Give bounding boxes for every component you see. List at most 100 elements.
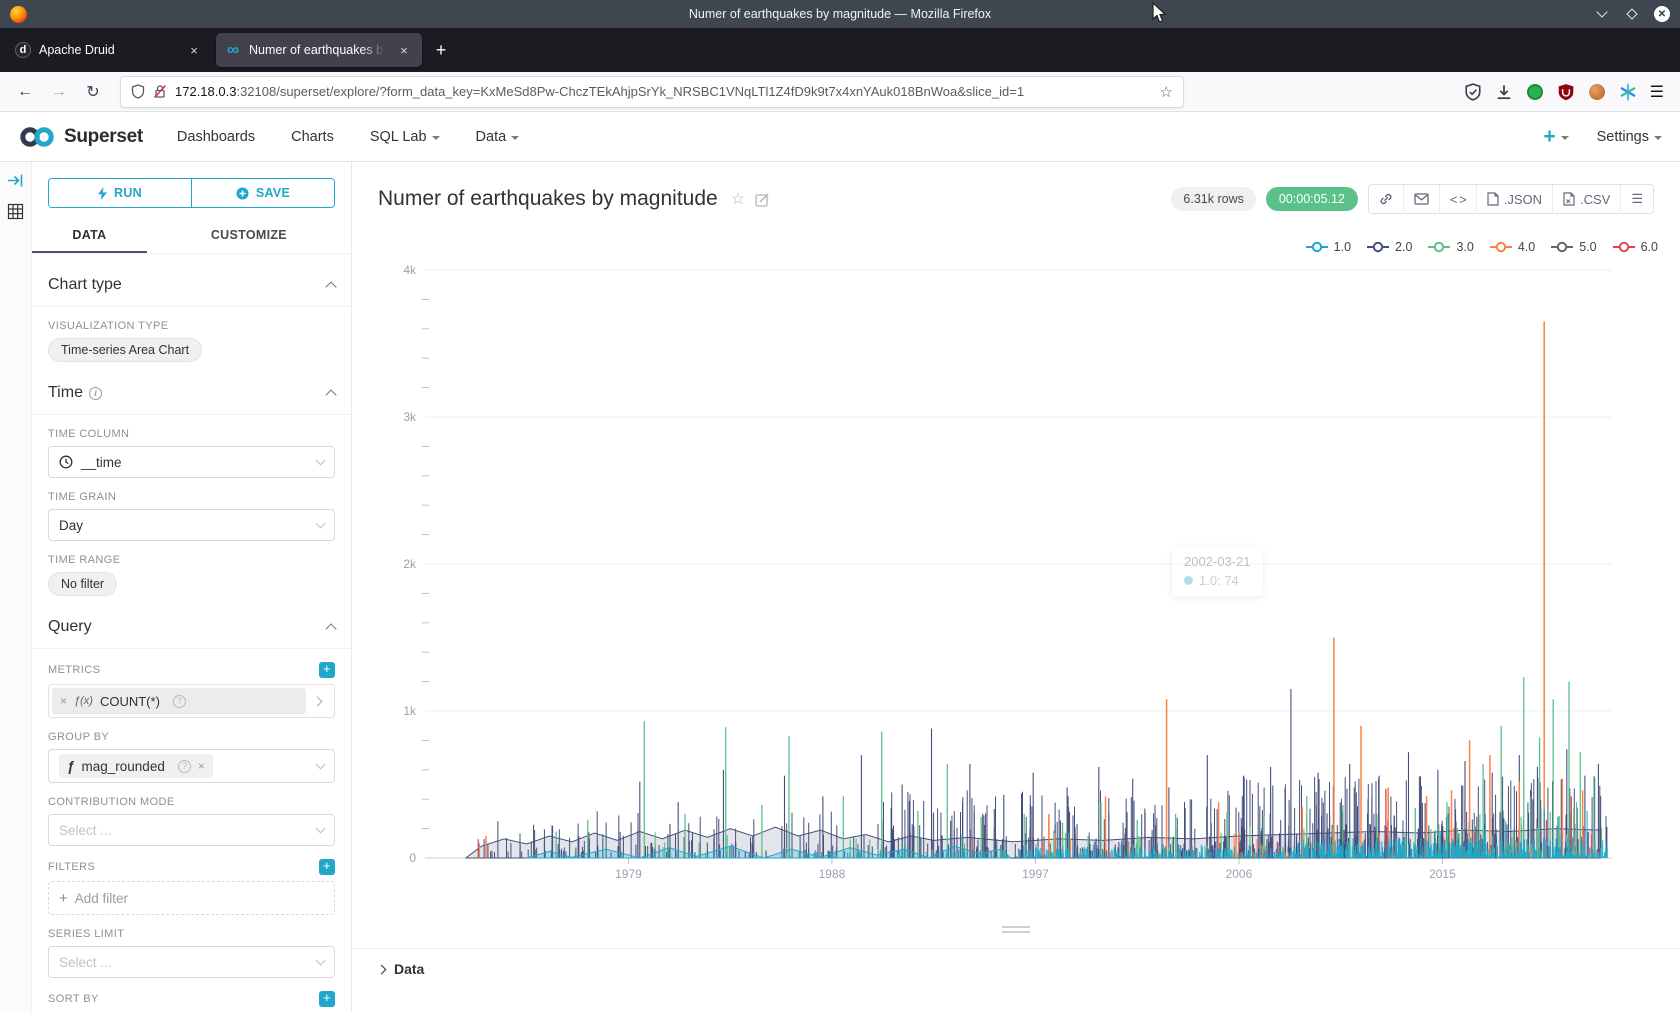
menu-icon: ☰ <box>1631 191 1643 207</box>
nav-data[interactable]: Data <box>476 129 520 145</box>
nav-charts[interactable]: Charts <box>291 129 334 145</box>
favorite-star-icon[interactable]: ☆ <box>731 189 745 209</box>
new-tab-button[interactable]: + <box>426 35 456 65</box>
section-query[interactable]: Query <box>48 618 335 636</box>
svg-text:1k: 1k <box>403 704 417 718</box>
section-time[interactable]: Timei <box>48 384 335 402</box>
svg-text:4k: 4k <box>403 263 417 277</box>
tooltip-date: 2002-03-21 <box>1184 554 1251 569</box>
copy-link-button[interactable] <box>1369 185 1403 213</box>
reload-icon[interactable]: ↻ <box>78 77 108 107</box>
shield-check-icon[interactable] <box>1464 83 1482 101</box>
add-sort-by-button[interactable]: + <box>319 991 335 1007</box>
forward-icon[interactable]: → <box>44 77 74 107</box>
add-filter-button[interactable]: + Add filter <box>48 881 335 915</box>
metric-token[interactable]: × ƒ(x) COUNT(*) ? <box>52 688 306 714</box>
column-icon: ƒ <box>67 759 75 774</box>
add-filter-plus-button[interactable]: + <box>319 859 335 875</box>
chevron-down-icon <box>316 760 326 770</box>
legend-item-5.0[interactable]: 5.0 <box>1550 240 1596 254</box>
chevron-down-icon <box>432 136 440 140</box>
legend-item-4.0[interactable]: 4.0 <box>1489 240 1535 254</box>
back-icon[interactable]: ← <box>10 77 40 107</box>
browser-toolbar: ← → ↻ 172.18.0.3:32108/superset/explore/… <box>0 72 1680 112</box>
extension-green-icon[interactable] <box>1527 84 1543 100</box>
svg-text:1988: 1988 <box>819 867 846 881</box>
chart-panel: 01k2k3k4k19791988199720062015 Numer of e… <box>352 162 1680 1012</box>
data-panel-toggle[interactable]: Data <box>352 949 1680 977</box>
clock-icon <box>59 455 73 469</box>
chevron-down-icon <box>316 456 326 466</box>
plus-icon: + <box>59 890 68 907</box>
tab-close-icon[interactable]: × <box>395 41 413 59</box>
chart-menu-button[interactable]: ☰ <box>1620 185 1653 213</box>
run-button[interactable]: RUN <box>49 179 191 207</box>
superset-brand[interactable]: Superset <box>18 125 143 149</box>
control-panel: RUN SAVE DATA CUSTOMIZE Chart type VISUA… <box>32 162 352 1012</box>
series-limit-select[interactable]: Select ... <box>48 946 335 978</box>
remove-token-icon[interactable]: × <box>198 759 205 773</box>
download-icon[interactable] <box>1495 83 1513 101</box>
new-item-button[interactable]: + <box>1543 126 1568 147</box>
embed-code-button[interactable]: < > <box>1439 185 1476 213</box>
url-path: :32108/superset/explore/?form_data_key=K… <box>236 84 1024 99</box>
chart-tooltip: 2002-03-21 1.0: 74 <box>1172 546 1263 596</box>
superset-logo-icon <box>18 125 56 149</box>
link-icon <box>1379 192 1393 206</box>
window-titlebar: Numer of earthquakes by magnitude — Mozi… <box>0 0 1680 28</box>
chevron-down-icon <box>511 136 519 140</box>
nav-sql-lab[interactable]: SQL Lab <box>370 129 440 145</box>
save-button[interactable]: SAVE <box>191 179 334 207</box>
tab-customize[interactable]: CUSTOMIZE <box>147 222 351 253</box>
timeseries-area-chart[interactable]: 01k2k3k4k19791988199720062015 <box>352 162 1680 1012</box>
url-bar[interactable]: 172.18.0.3:32108/superset/explore/?form_… <box>120 76 1184 108</box>
tab-data[interactable]: DATA <box>32 222 147 253</box>
panel-resize-handle[interactable] <box>1002 926 1030 936</box>
dataset-grid-icon[interactable] <box>7 203 24 220</box>
query-timer-badge: 00:00:05.12 <box>1266 187 1358 211</box>
group-by-select[interactable]: ƒ mag_rounded ? × <box>48 749 335 783</box>
time-range-value[interactable]: No filter <box>48 572 117 596</box>
cookie-extension-icon[interactable] <box>1589 84 1605 100</box>
chevron-right-icon[interactable] <box>313 696 323 706</box>
section-chart-type[interactable]: Chart type <box>48 276 335 294</box>
insecure-lock-icon[interactable] <box>153 84 167 99</box>
tab-superset-explore[interactable]: ∞ Numer of earthquakes by × <box>216 33 422 67</box>
window-minimize-icon[interactable] <box>1594 6 1610 22</box>
edit-title-icon[interactable] <box>755 192 770 207</box>
metric-control[interactable]: × ƒ(x) COUNT(*) ? <box>48 684 335 718</box>
tab-close-icon[interactable]: × <box>185 41 203 59</box>
legend-item-2.0[interactable]: 2.0 <box>1366 240 1412 254</box>
legend-item-3.0[interactable]: 3.0 <box>1427 240 1473 254</box>
legend-item-1.0[interactable]: 1.0 <box>1305 240 1351 254</box>
viz-type-value[interactable]: Time-series Area Chart <box>48 338 202 362</box>
contribution-mode-select[interactable]: Select ... <box>48 814 335 846</box>
nav-dashboards[interactable]: Dashboards <box>177 129 255 145</box>
legend-item-6.0[interactable]: 6.0 <box>1612 240 1658 254</box>
window-restore-icon[interactable] <box>1624 6 1640 22</box>
settings-menu[interactable]: Settings <box>1597 129 1662 145</box>
group-by-token[interactable]: ƒ mag_rounded ? × <box>59 754 213 778</box>
pinwheel-extension-icon[interactable] <box>1619 83 1637 101</box>
email-button[interactable] <box>1403 185 1439 213</box>
add-metric-button[interactable]: + <box>319 662 335 678</box>
export-csv-button[interactable]: .CSV <box>1552 185 1620 213</box>
window-close-icon[interactable]: ✕ <box>1654 6 1670 22</box>
chevron-down-icon <box>1654 136 1662 140</box>
bookmark-star-icon[interactable]: ☆ <box>1160 83 1173 101</box>
collapse-panel-icon[interactable] <box>7 172 24 189</box>
time-column-select[interactable]: __time <box>48 446 335 478</box>
ublock-shield-icon[interactable] <box>1557 83 1575 101</box>
browser-menu-icon[interactable]: ☰ <box>1650 82 1664 102</box>
metric-name: COUNT(*) <box>100 694 160 709</box>
export-json-button[interactable]: .JSON <box>1476 185 1552 213</box>
legend-marker-icon <box>1366 241 1390 253</box>
time-grain-select[interactable]: Day <box>48 509 335 541</box>
chevron-down-icon <box>316 824 326 834</box>
svg-text:0: 0 <box>409 851 416 865</box>
svg-text:3k: 3k <box>403 410 417 424</box>
tab-apache-druid[interactable]: d Apache Druid × <box>6 33 212 67</box>
tracking-shield-icon[interactable] <box>131 84 145 99</box>
remove-metric-icon[interactable]: × <box>60 694 67 708</box>
function-icon: ƒ(x) <box>74 695 93 707</box>
